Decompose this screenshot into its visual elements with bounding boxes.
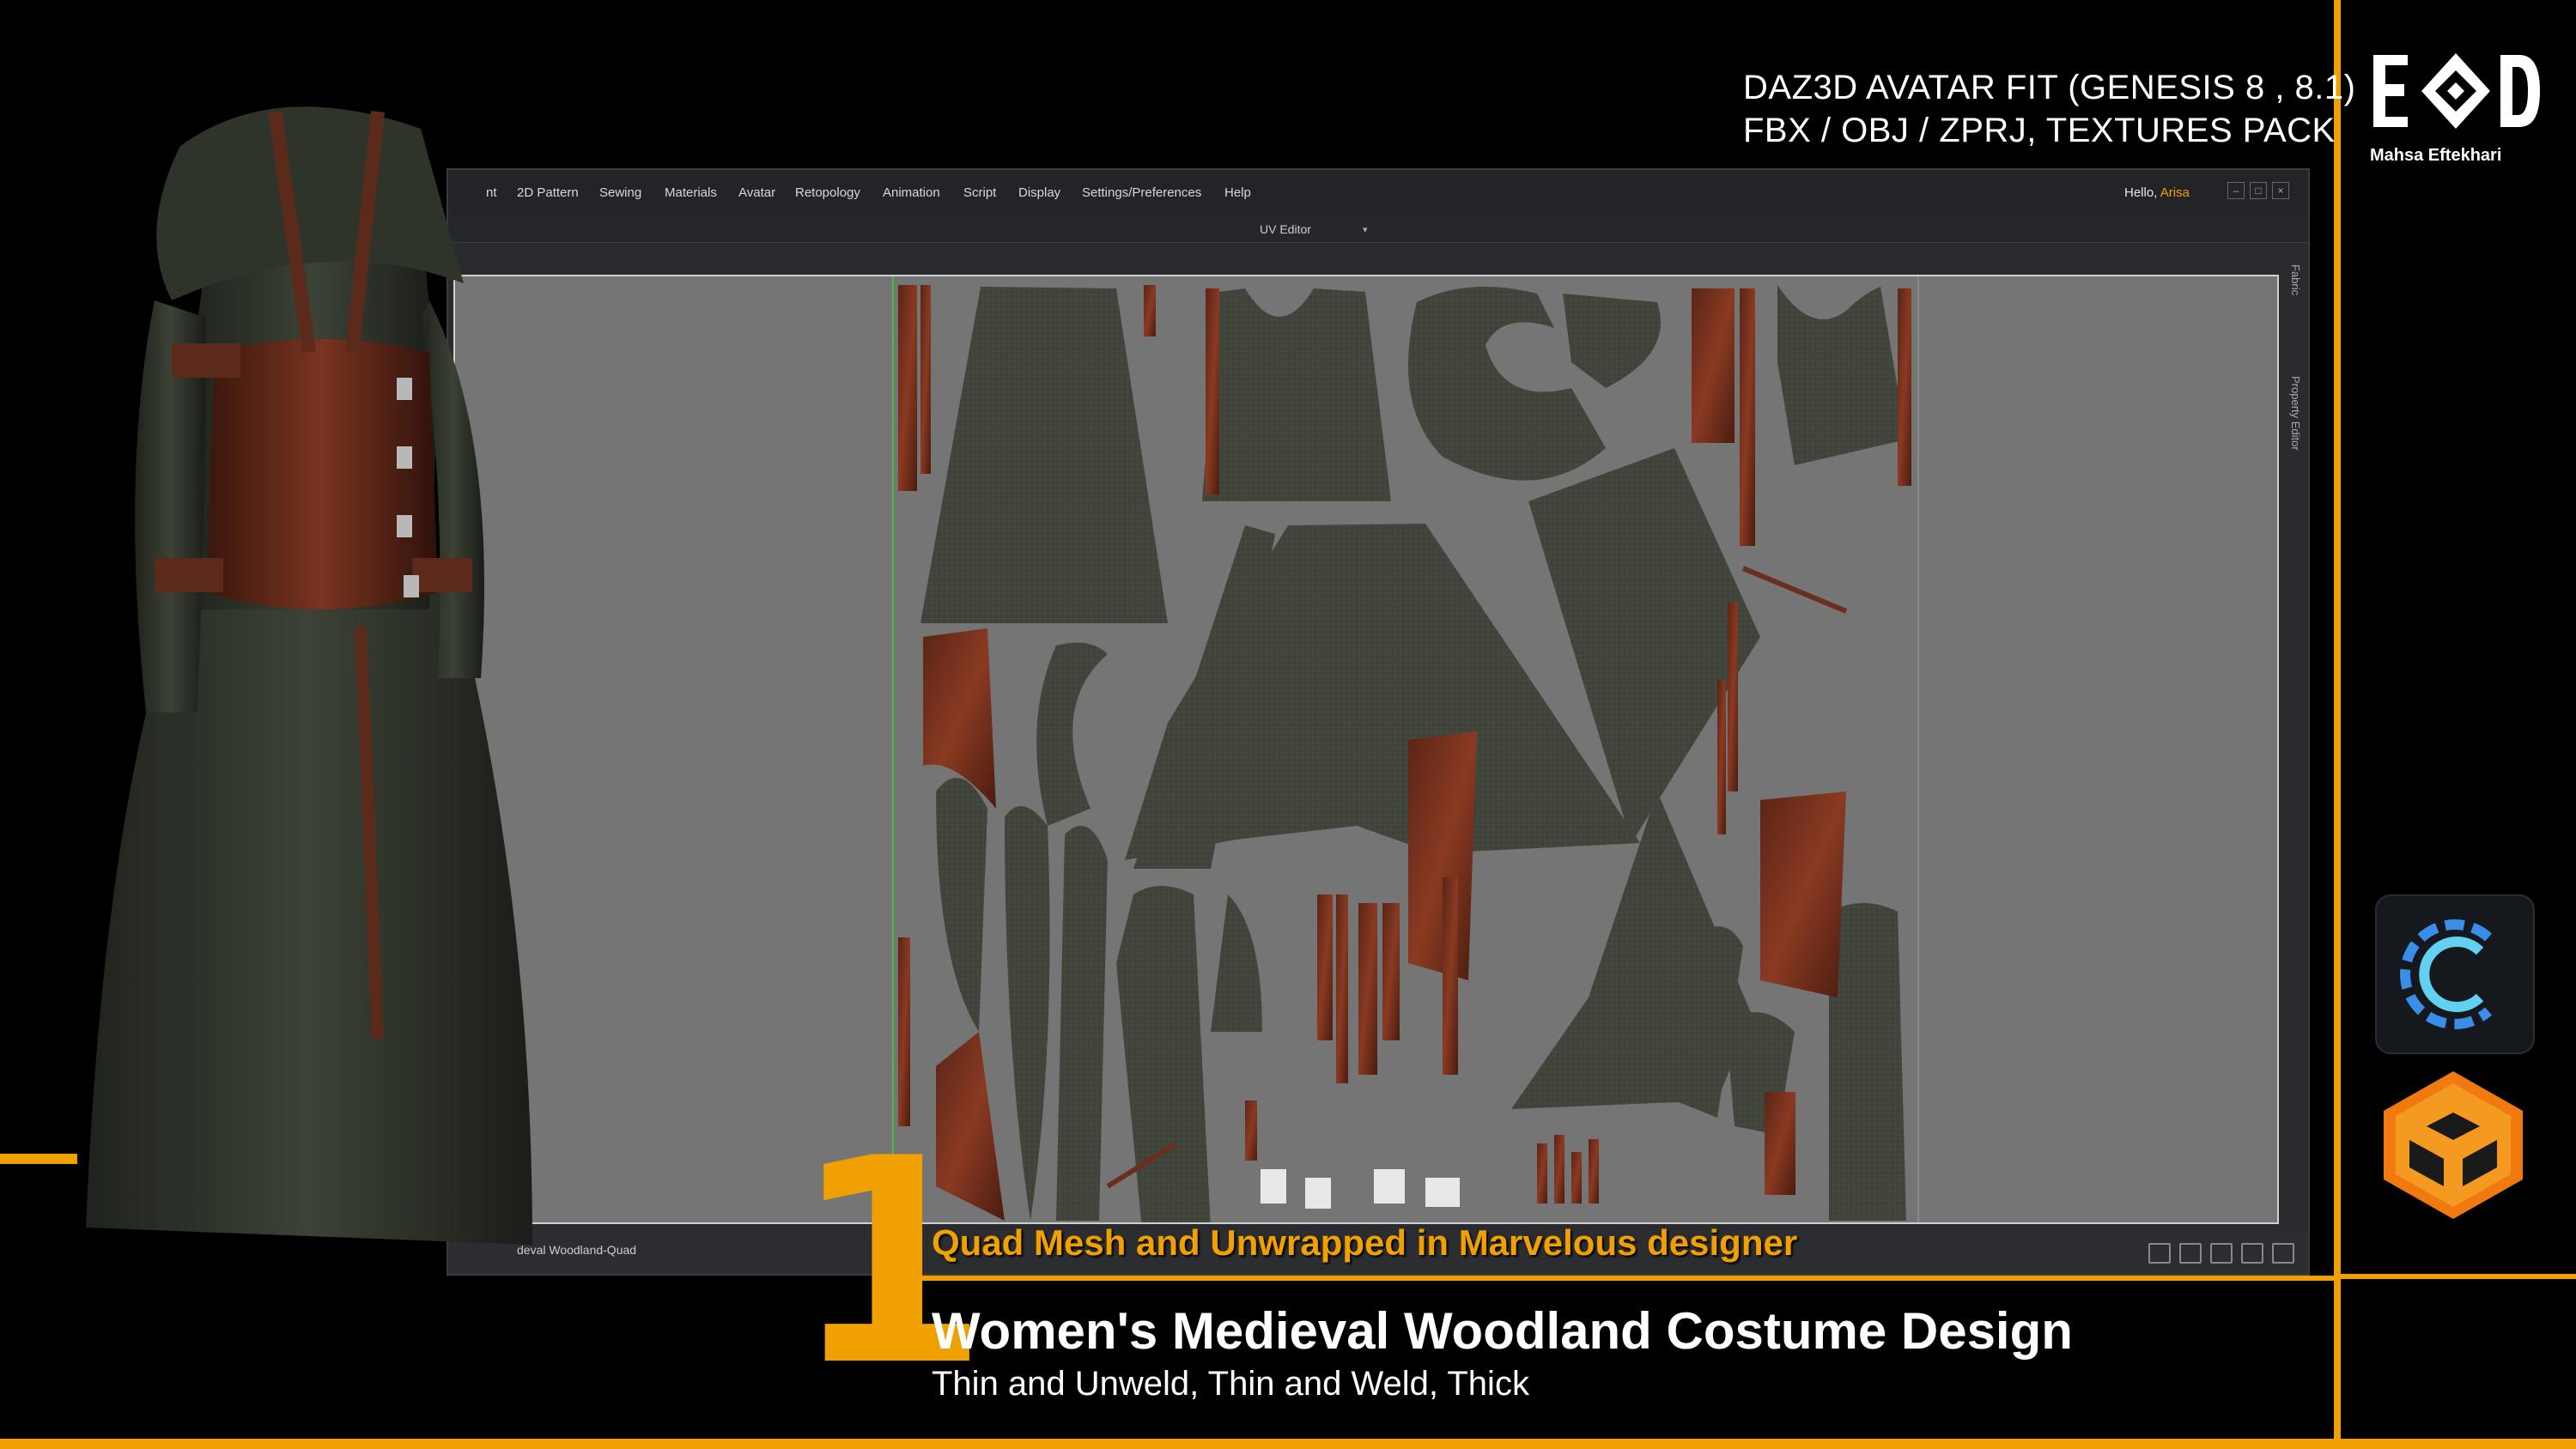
costume-render <box>86 106 532 1245</box>
menu-animation[interactable]: Animation <box>883 185 940 200</box>
menu-help[interactable]: Help <box>1224 185 1251 200</box>
uv-strap <box>898 285 917 491</box>
uv-strap <box>1692 288 1735 443</box>
uv-strap <box>1717 680 1726 834</box>
page-title: Women's Medieval Woodland Costume Design <box>932 1302 2073 1360</box>
uv-buckles <box>1261 1169 1460 1209</box>
uv-strap <box>1443 877 1458 1075</box>
frame-vertical-line <box>2334 0 2341 1449</box>
uv-piece <box>1211 894 1262 1032</box>
chevron-down-icon[interactable]: ▾ <box>1363 224 1368 235</box>
uv-piece-leather <box>1760 791 1846 997</box>
greeting: Hello, Arisa <box>2124 185 2190 200</box>
uv-strap <box>1317 894 1333 1040</box>
uv-strap <box>1144 285 1156 336</box>
uv-piece <box>936 778 987 1032</box>
close-icon[interactable]: × <box>2272 182 2289 199</box>
menu-sewing[interactable]: Sewing <box>599 185 641 200</box>
uv-strap <box>1245 1100 1257 1161</box>
user-name[interactable]: Arisa <box>2160 185 2190 200</box>
uv-piece <box>1056 826 1108 1221</box>
clo-icon <box>2375 894 2535 1054</box>
quad-mesh-label: Quad Mesh and Unwrapped in Marvelous des… <box>932 1222 1798 1263</box>
panel-title: UV Editor <box>1260 222 1311 236</box>
view-grid-icon[interactable] <box>2241 1243 2263 1264</box>
menu-display[interactable]: Display <box>1018 185 1060 200</box>
tab-fabric[interactable]: Fabric <box>2289 264 2302 295</box>
uv-piece <box>1202 288 1391 501</box>
uv-piece <box>1829 903 1906 1221</box>
maximize-icon[interactable]: □ <box>2250 182 2267 199</box>
view-split3-icon[interactable] <box>2210 1243 2233 1264</box>
frame-mid-line <box>884 1276 2334 1281</box>
page-subtitle: Thin and Unweld, Thin and Weld, Thick <box>932 1365 1529 1403</box>
uv-strap <box>1358 903 1377 1075</box>
uv-piece <box>1005 806 1050 1221</box>
app-window: nt 2D Pattern Sewing Materials Avatar Re… <box>447 168 2310 1276</box>
uv-strap <box>1336 894 1348 1083</box>
uv-strap <box>1898 288 1911 486</box>
uv-strap <box>1571 1152 1582 1203</box>
frame-bottom-line <box>0 1439 2576 1449</box>
panel-header: UV Editor ▾ <box>448 216 2308 243</box>
marvelous-icon <box>2375 1066 2531 1222</box>
uv-canvas[interactable] <box>453 275 2279 1229</box>
uv-piece <box>1563 294 1661 388</box>
view-split-icon[interactable] <box>2179 1243 2202 1264</box>
frame-right-line <box>2341 1274 2576 1279</box>
uv-piece <box>1777 285 1906 465</box>
uv-strap <box>1589 1139 1599 1203</box>
brand-name: Mahsa Eftekhari <box>2370 146 2502 165</box>
menu-avatar[interactable]: Avatar <box>738 185 775 200</box>
info-line-2: FBX / OBJ / ZPRJ, TEXTURES PACK <box>1743 112 2336 149</box>
uv-layout <box>892 276 1919 1229</box>
uv-strap <box>1741 566 1848 614</box>
info-line-1: DAZ3D AVATAR FIT (GENESIS 8 , 8.1) <box>1743 69 2356 106</box>
view-fullscreen-icon[interactable] <box>2272 1243 2294 1264</box>
uv-strap <box>1740 288 1755 546</box>
uv-strap <box>1554 1135 1564 1203</box>
greeting-label: Hello, <box>2124 185 2158 200</box>
tab-property-editor[interactable]: Property Editor <box>2289 376 2302 451</box>
uv-piece <box>1036 642 1108 826</box>
menu-materials[interactable]: Materials <box>665 185 717 200</box>
uv-strap <box>1382 903 1400 1040</box>
menu-script[interactable]: Script <box>963 185 996 200</box>
menu-settings[interactable]: Settings/Preferences <box>1082 185 1201 200</box>
logo-icon <box>2373 53 2540 129</box>
menu-retopology[interactable]: Retopology <box>795 185 860 200</box>
menu-bar: nt 2D Pattern Sewing Materials Avatar Re… <box>448 170 2308 216</box>
uv-strap <box>1728 603 1738 791</box>
uv-strap <box>1537 1143 1547 1203</box>
uv-piece <box>920 287 1168 623</box>
minimize-icon[interactable]: – <box>2227 182 2245 199</box>
uv-strap <box>1765 1092 1795 1195</box>
view-single-icon[interactable] <box>2148 1243 2171 1264</box>
uv-strap <box>920 285 931 474</box>
uv-strap <box>1206 288 1219 494</box>
